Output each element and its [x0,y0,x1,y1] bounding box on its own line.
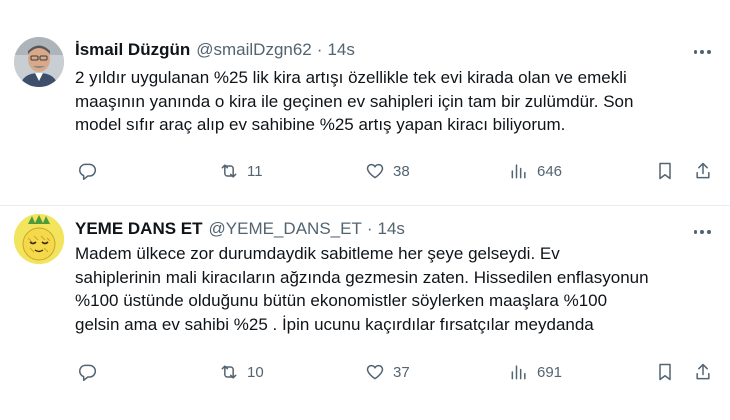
like-icon [366,364,384,380]
reply-button[interactable] [77,158,97,184]
avatar[interactable] [14,214,64,264]
like-count: 37 [393,363,410,381]
retweet-button[interactable]: 10 [219,359,264,385]
timestamp[interactable]: 14s [378,219,405,239]
avatar[interactable] [14,37,64,87]
user-handle[interactable]: @YEME_DANS_ET [209,219,362,239]
retweet-icon [221,365,237,379]
timestamp[interactable]: 14s [327,40,354,60]
like-button[interactable]: 38 [365,158,410,184]
like-icon [366,163,384,179]
tweet-text: Madem ülkece zor durumdaydik sabitleme h… [75,244,649,334]
avatar-photo [14,37,64,87]
share-icon [696,162,710,179]
display-name[interactable]: YEME DANS ET [75,219,203,239]
views-icon [511,365,526,380]
retweet-count: 11 [247,162,263,180]
like-button[interactable]: 37 [365,359,410,385]
reply-icon [79,163,97,181]
avatar-photo [14,214,64,264]
separator: · [316,40,323,59]
share-button[interactable] [693,158,713,184]
tweet-actions: 10 37 691 [75,359,715,385]
tweet-feed: İsmail Düzgün @smailDzgn62 · 14s 2 yıldı… [0,0,730,420]
bookmark-button[interactable] [655,158,675,184]
views-button[interactable]: 646 [509,158,562,184]
like-count: 38 [393,162,410,180]
tweet-header: İsmail Düzgün @smailDzgn62 · 14s [75,38,710,62]
more-icon[interactable] [692,222,712,242]
tweet[interactable]: YEME DANS ET @YEME_DANS_ET · 14s Madem ü… [0,206,730,420]
retweet-icon [221,164,237,178]
bookmark-button[interactable] [655,359,675,385]
retweet-button[interactable]: 11 [219,158,263,184]
retweet-count: 10 [247,363,264,381]
bookmark-icon [659,162,671,180]
tweet-actions: 11 38 646 [75,158,715,184]
view-count: 691 [537,363,563,381]
share-icon [696,363,710,380]
tweet-text: 2 yıldır uygulanan %25 lik kira artışı ö… [75,68,634,134]
views-button[interactable]: 691 [509,359,562,385]
user-handle[interactable]: @smailDzgn62 [196,40,312,60]
bookmark-icon [659,363,671,381]
tweet[interactable]: İsmail Düzgün @smailDzgn62 · 14s 2 yıldı… [0,0,730,206]
more-icon[interactable] [692,42,712,62]
share-button[interactable] [693,359,713,385]
views-icon [511,164,526,179]
display-name[interactable]: İsmail Düzgün [75,40,190,60]
view-count: 646 [537,162,563,180]
reply-icon [79,364,97,382]
separator: · [366,219,373,238]
reply-button[interactable] [77,359,97,385]
tweet-header: YEME DANS ET @YEME_DANS_ET · 14s [75,217,710,241]
